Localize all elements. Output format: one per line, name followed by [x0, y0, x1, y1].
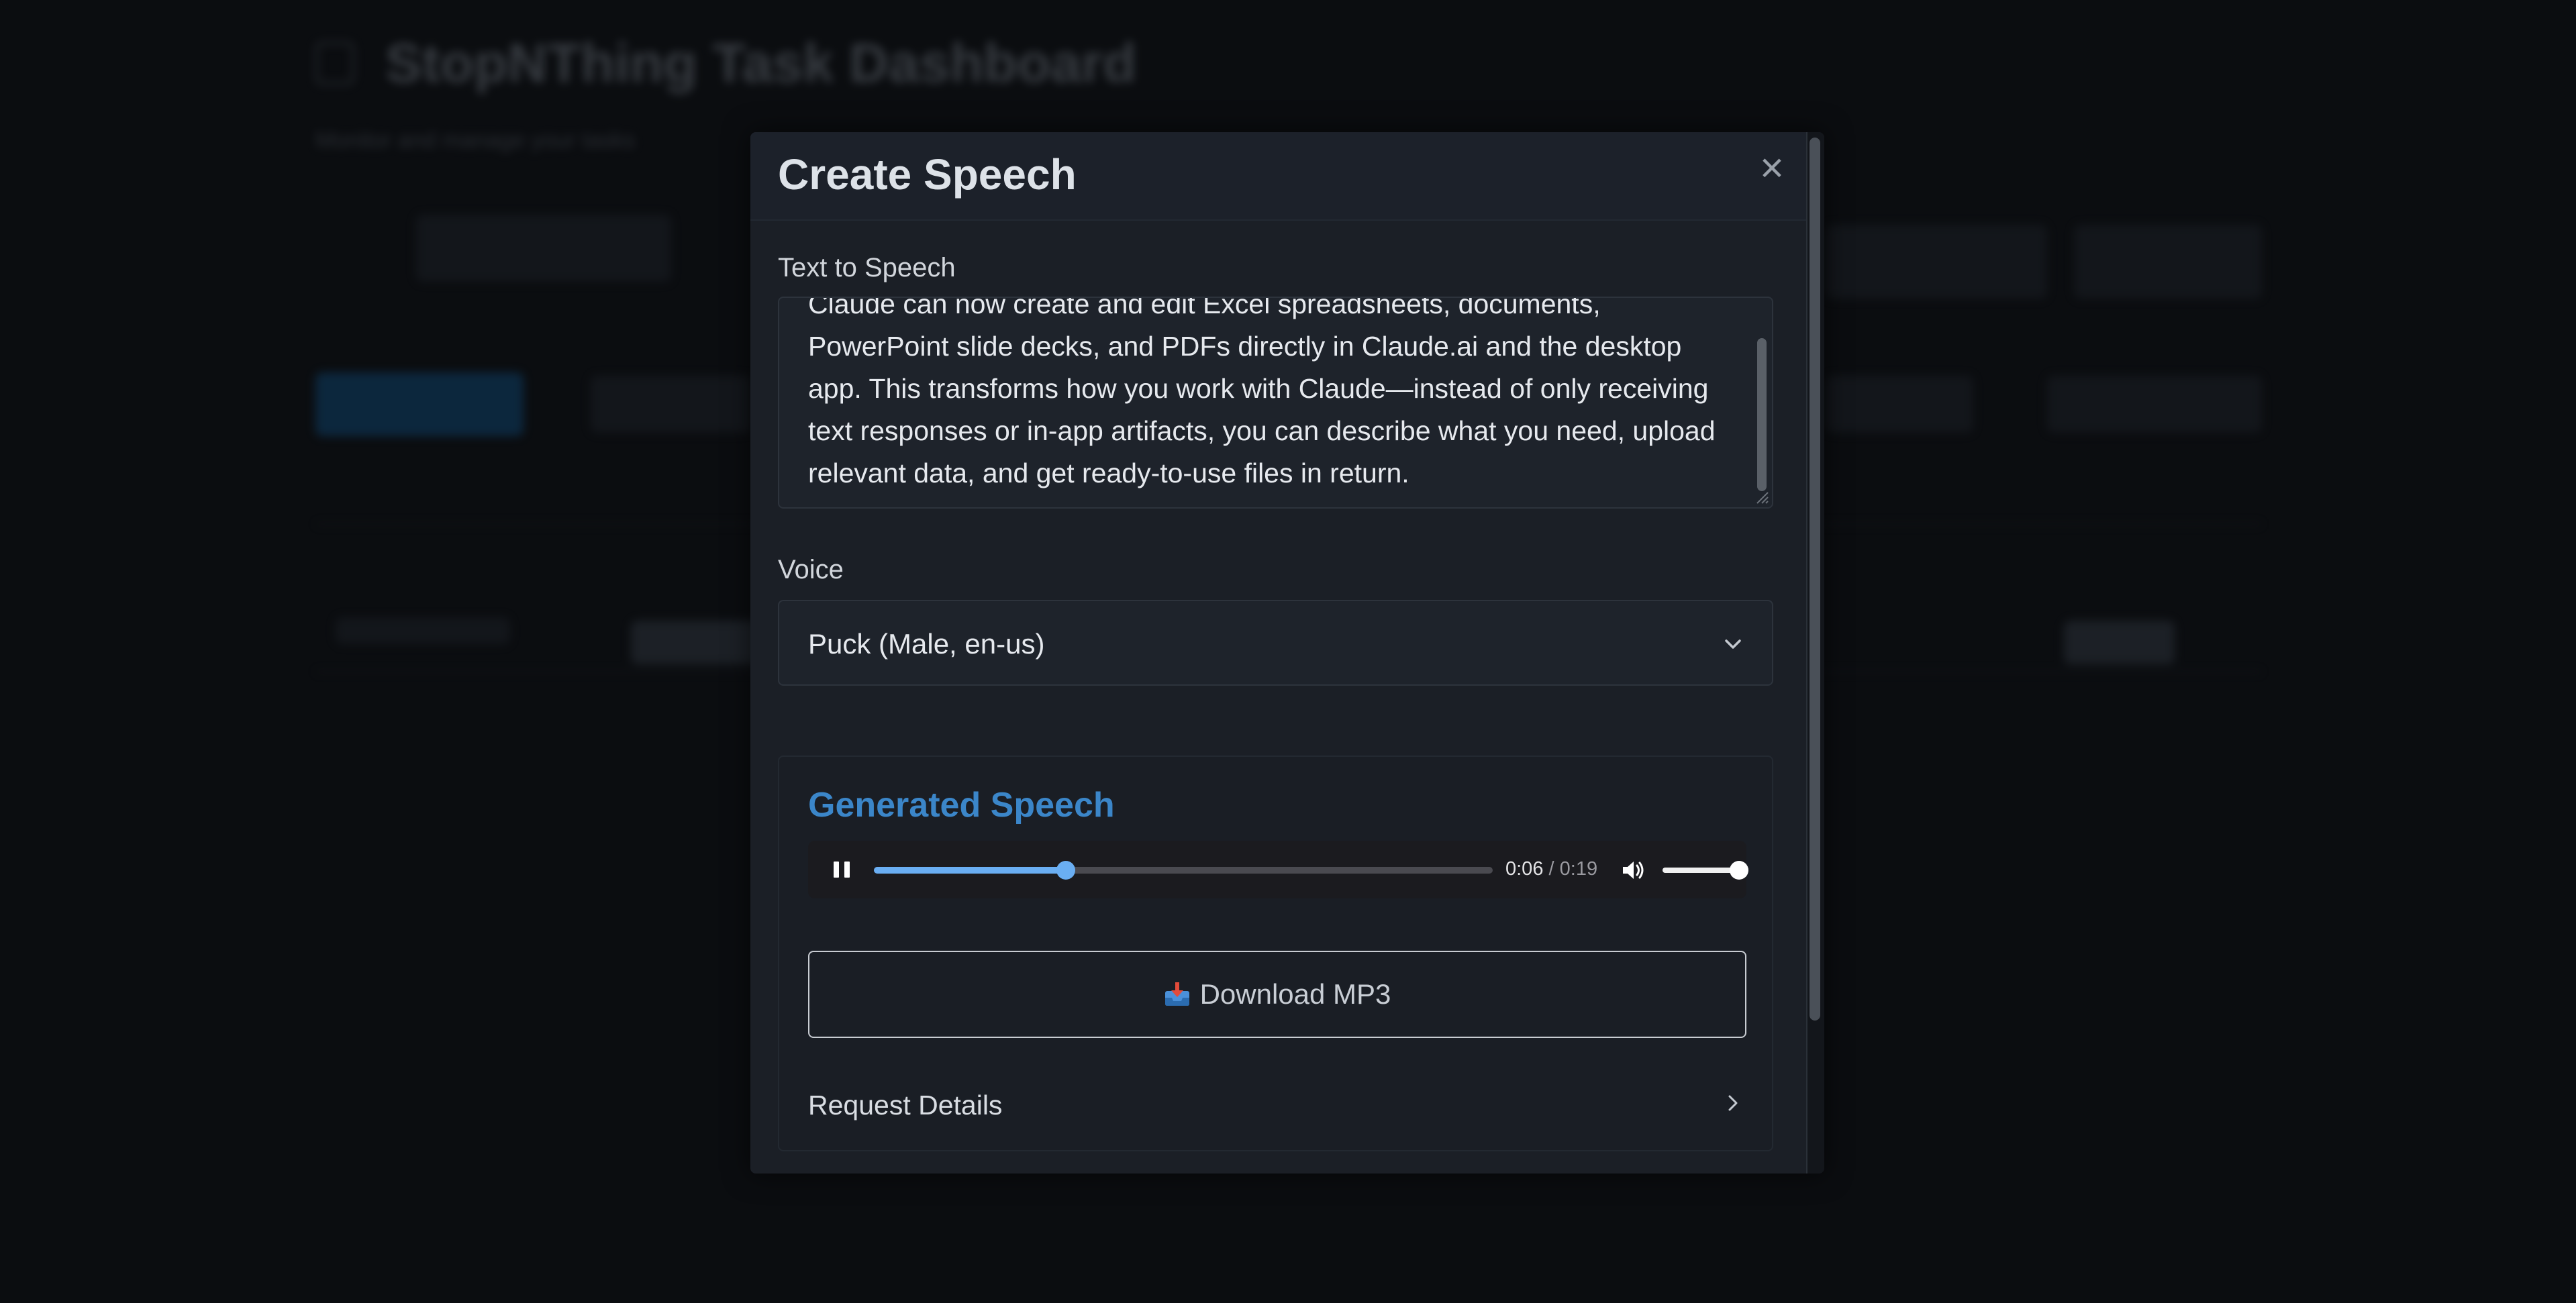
- generated-speech-title: Generated Speech: [808, 786, 1115, 825]
- voice-select[interactable]: Puck (Male, en-us): [778, 600, 1773, 686]
- audio-current-time: 0:06: [1505, 858, 1544, 880]
- dashboard-filter-input: [416, 215, 671, 282]
- dashboard-row-action: [2064, 621, 2175, 664]
- textarea-content: Claude can now create and edit Excel spr…: [808, 297, 1716, 488]
- volume-slider[interactable]: [1663, 861, 1748, 880]
- chevron-down-icon: [1725, 639, 1741, 649]
- audio-progress-thumb[interactable]: [1056, 861, 1075, 880]
- close-icon[interactable]: ×: [1748, 145, 1795, 192]
- dashboard-filter-chip: [1826, 376, 1973, 433]
- modal-header: Create Speech ×: [750, 132, 1806, 221]
- audio-time-separator: /: [1548, 858, 1554, 880]
- dashboard-primary-button: [315, 372, 524, 436]
- dashboard-table-cell: [336, 617, 510, 644]
- inbox-tray-icon: [1165, 982, 1189, 1006]
- pause-icon[interactable]: [831, 859, 854, 880]
- modal-title: Create Speech: [778, 150, 1077, 199]
- dashboard-filter-chip: [2047, 376, 2262, 433]
- audio-time: 0:06 / 0:19: [1505, 858, 1597, 880]
- dashboard-title: StopNThing Task Dashboard: [385, 33, 1137, 94]
- dashboard-status-badge: [631, 621, 765, 664]
- download-mp3-button[interactable]: Download MP3: [808, 951, 1746, 1038]
- request-details-label: Request Details: [808, 1090, 1003, 1120]
- dashboard-filter-chip: [591, 376, 752, 433]
- dashboard-refresh-button: [2074, 225, 2262, 299]
- dashboard-subtitle: Monitor and manage your tasks: [315, 127, 636, 153]
- audio-player[interactable]: 0:06 / 0:19: [808, 841, 1748, 898]
- voice-label: Voice: [778, 555, 844, 584]
- modal-scrollbar-thumb[interactable]: [1810, 138, 1820, 1021]
- resize-handle-icon[interactable]: [1754, 490, 1769, 505]
- download-mp3-label: Download MP3: [1199, 978, 1391, 1010]
- dashboard-action-button: [1826, 225, 2047, 299]
- textarea-scrollbar[interactable]: [1757, 338, 1767, 491]
- generated-speech-card: Generated Speech 0:06 / 0:19 Download MP…: [778, 755, 1773, 1151]
- volume-thumb[interactable]: [1730, 861, 1748, 880]
- text-to-speech-textarea[interactable]: Claude can now create and edit Excel spr…: [778, 297, 1773, 509]
- voice-selected-value: Puck (Male, en-us): [808, 628, 1045, 660]
- create-speech-modal: Create Speech × Text to Speech Claude ca…: [750, 132, 1824, 1174]
- volume-icon[interactable]: [1620, 857, 1646, 884]
- chevron-right-icon: [1728, 1095, 1738, 1111]
- audio-progress-slider[interactable]: [874, 861, 1493, 880]
- request-details-toggle[interactable]: Request Details: [808, 1086, 1746, 1126]
- audio-progress-fill: [874, 867, 1066, 874]
- volume-fill: [1663, 868, 1739, 873]
- text-to-speech-label: Text to Speech: [778, 253, 956, 282]
- dashboard-logo-icon: [315, 42, 354, 85]
- audio-duration: 0:19: [1559, 858, 1598, 880]
